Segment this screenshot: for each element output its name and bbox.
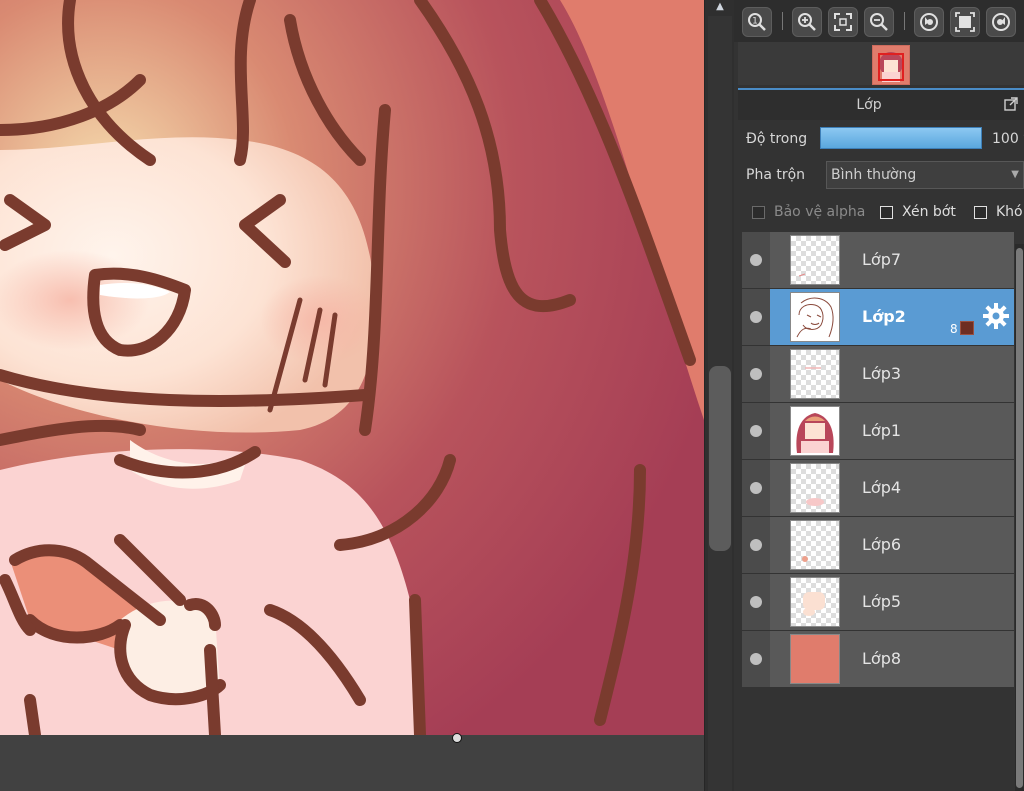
- eye-dot-icon: [750, 425, 762, 437]
- eye-dot-icon: [750, 653, 762, 665]
- layer-thumbnail: [790, 292, 840, 342]
- visibility-toggle[interactable]: [742, 289, 770, 345]
- checkbox-box[interactable]: [880, 205, 893, 219]
- layer-thumbnail: [790, 463, 840, 513]
- visibility-toggle[interactable]: [742, 631, 770, 687]
- eye-dot-icon: [750, 311, 762, 323]
- scrollbar-thumb[interactable]: [709, 366, 731, 551]
- visibility-toggle[interactable]: [742, 460, 770, 516]
- layer-list: Lớp7 Lớp2 8 Lớp3 Lớp1 Lớp4 Lớp6 Lớp5 Lớp…: [742, 232, 1014, 688]
- opacity-label: Độ trong: [746, 131, 808, 147]
- canvas-artwork[interactable]: [0, 0, 704, 735]
- clipping-checkbox[interactable]: Xén bớt: [880, 202, 956, 222]
- scroll-up-arrow-icon[interactable]: ▲: [705, 0, 735, 14]
- layer-row-lop5[interactable]: Lớp5: [742, 574, 1014, 631]
- layer-name: Lớp3: [862, 364, 902, 383]
- rotate-left-button[interactable]: [914, 7, 944, 37]
- visibility-toggle[interactable]: [742, 403, 770, 459]
- layer-row-lop1[interactable]: Lớp1: [742, 403, 1014, 460]
- blend-mode-select[interactable]: Bình thường ▼: [826, 161, 1024, 189]
- fit-to-window-button[interactable]: [828, 7, 858, 37]
- layer-thumbnail: [790, 235, 840, 285]
- lock-label: Khó: [996, 204, 1023, 220]
- drawing-canvas[interactable]: [0, 0, 704, 791]
- right-panel: 1 Lớp Độ trong 100 Pha trộn Bình thường …: [734, 0, 1024, 791]
- layer-thumbnail: [790, 634, 840, 684]
- navigator-thumbnail[interactable]: [872, 45, 910, 85]
- visibility-toggle[interactable]: [742, 346, 770, 402]
- layer-thumbnail: [790, 577, 840, 627]
- layer-color-index: 8: [950, 322, 958, 336]
- visibility-toggle[interactable]: [742, 574, 770, 630]
- layer-list-scrollbar[interactable]: [1015, 244, 1024, 791]
- svg-text:1: 1: [752, 17, 758, 27]
- layer-name: Lớp4: [862, 478, 902, 497]
- eye-dot-icon: [750, 254, 762, 266]
- blend-mode-label: Pha trộn: [746, 167, 806, 183]
- checkbox-box[interactable]: [752, 205, 765, 219]
- zoom-in-button[interactable]: [792, 7, 822, 37]
- navigator-toolbar: 1: [734, 0, 1024, 42]
- zoom-out-button[interactable]: [864, 7, 894, 37]
- rotate-left-icon: [920, 13, 938, 31]
- layer-name: Lớp5: [862, 592, 902, 611]
- blend-mode-value: Bình thường: [831, 167, 917, 183]
- fullscreen-icon: [955, 12, 975, 32]
- lock-checkbox[interactable]: Khó: [974, 202, 1023, 222]
- layer-name: Lớp7: [862, 250, 902, 269]
- fullscreen-button[interactable]: [950, 7, 980, 37]
- layer-thumbnail: [790, 406, 840, 456]
- zoom-in-icon: [798, 13, 816, 31]
- layer-thumbnail: [790, 520, 840, 570]
- layer-list-scrollbar-thumb[interactable]: [1016, 248, 1023, 788]
- zoom-actual-size-button[interactable]: 1: [742, 7, 772, 37]
- visibility-toggle[interactable]: [742, 517, 770, 573]
- eye-dot-icon: [750, 368, 762, 380]
- layer-name: Lớp6: [862, 535, 902, 554]
- layer-row-lop2[interactable]: Lớp2 8: [742, 289, 1014, 346]
- canvas-vertical-scrollbar[interactable]: ▲: [704, 0, 735, 791]
- layer-thumbnail: [790, 349, 840, 399]
- clipping-label: Xén bớt: [902, 204, 956, 220]
- layer-panel-header: Lớp: [738, 88, 1024, 120]
- navigator-preview[interactable]: [738, 42, 1024, 85]
- layer-name: Lớp1: [862, 421, 902, 440]
- rotate-right-icon: [992, 13, 1010, 31]
- protect-alpha-checkbox[interactable]: Bảo vệ alpha: [752, 202, 865, 222]
- layer-row-lop8[interactable]: Lớp8: [742, 631, 1014, 688]
- checkbox-box[interactable]: [974, 205, 987, 219]
- gear-icon[interactable]: [982, 302, 1010, 330]
- layer-row-lop4[interactable]: Lớp4: [742, 460, 1014, 517]
- brush-cursor: [452, 733, 462, 743]
- popout-icon[interactable]: [1004, 97, 1018, 111]
- chevron-down-icon: ▼: [1011, 169, 1019, 180]
- layer-row-lop3[interactable]: Lớp3: [742, 346, 1014, 403]
- layer-name: Lớp8: [862, 649, 902, 668]
- visibility-toggle[interactable]: [742, 232, 770, 288]
- eye-dot-icon: [750, 482, 762, 494]
- eye-dot-icon: [750, 596, 762, 608]
- opacity-slider[interactable]: [820, 127, 982, 149]
- layer-row-lop6[interactable]: Lớp6: [742, 517, 1014, 574]
- layer-row-lop7[interactable]: Lớp7: [742, 232, 1014, 289]
- opacity-value: 100 %: [992, 131, 1024, 147]
- rotate-right-button[interactable]: [986, 7, 1016, 37]
- canvas-margin: [0, 735, 704, 791]
- fit-to-window-icon: [834, 13, 852, 31]
- protect-alpha-label: Bảo vệ alpha: [774, 204, 866, 220]
- zoom-out-icon: [870, 13, 888, 31]
- zoom-actual-size-icon: 1: [748, 13, 766, 31]
- layer-panel-title: Lớp: [856, 97, 882, 113]
- layer-color-swatch[interactable]: [960, 321, 974, 335]
- layer-name: Lớp2: [862, 307, 906, 326]
- eye-dot-icon: [750, 539, 762, 551]
